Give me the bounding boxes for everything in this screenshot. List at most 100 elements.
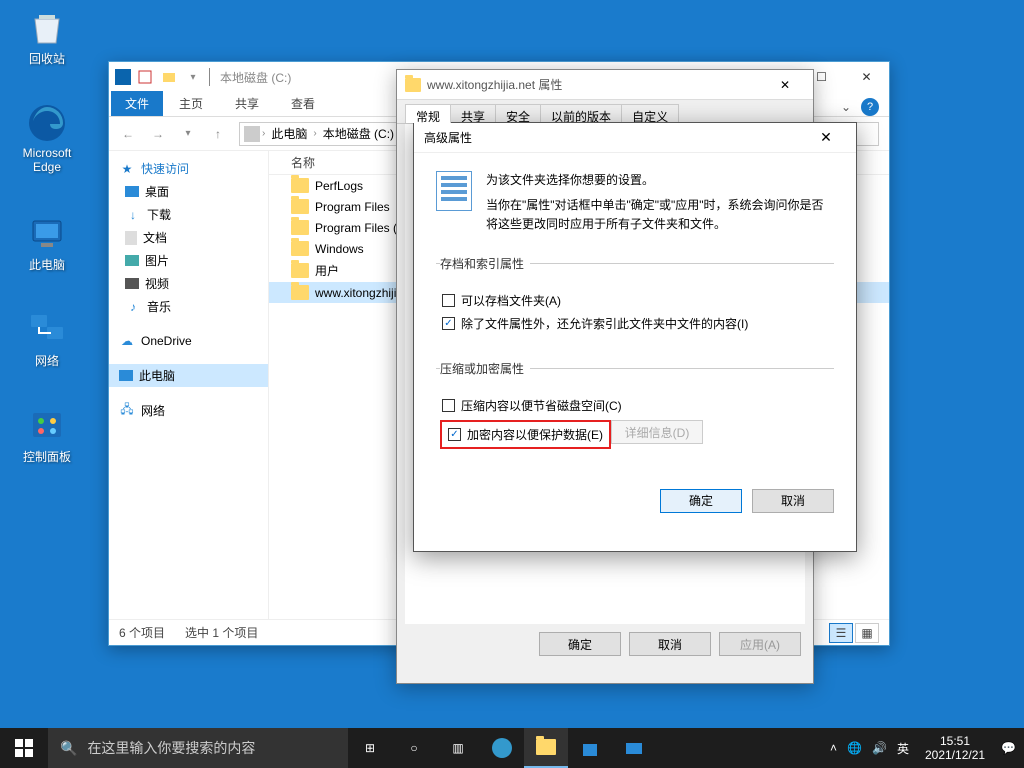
nav-recent-button[interactable]: ▾ <box>175 121 201 147</box>
network-icon <box>26 308 68 350</box>
sidebar-item-pictures[interactable]: 图片 <box>109 249 268 272</box>
store-taskbar-icon[interactable] <box>568 728 612 768</box>
notifications-icon[interactable]: 💬 <box>1001 741 1016 755</box>
task-view-button[interactable]: ⊞ <box>348 728 392 768</box>
edge-taskbar-icon[interactable] <box>480 728 524 768</box>
network-tray-icon[interactable]: 🌐 <box>847 741 862 755</box>
properties-titlebar[interactable]: www.xitongzhijia.net 属性 ✕ <box>397 70 813 100</box>
cortana-icon[interactable]: ○ <box>392 728 436 768</box>
group-legend: 压缩或加密属性 <box>440 360 530 377</box>
tab-home[interactable]: 主页 <box>163 91 219 116</box>
tab-share[interactable]: 共享 <box>450 104 496 123</box>
quick-access-toolbar: ▾ <box>135 67 203 87</box>
qat-newfolder-icon[interactable] <box>159 67 179 87</box>
advanced-titlebar[interactable]: 高级属性 ✕ <box>414 123 856 153</box>
qat-properties-icon[interactable] <box>135 67 155 87</box>
close-button[interactable]: ✕ <box>765 71 805 99</box>
taskbar-clock[interactable]: 15:51 2021/12/21 <box>919 734 991 763</box>
apply-button[interactable]: 应用(A) <box>719 632 801 656</box>
help-icon[interactable]: ? <box>861 98 879 116</box>
checkbox-checked[interactable]: ✓ <box>448 428 461 441</box>
start-button[interactable] <box>0 728 48 768</box>
sidebar: ★快速访问 桌面 ↓下载 文档 图片 视频 ♪音乐 ☁OneDrive 此电脑 … <box>109 151 269 619</box>
close-button[interactable]: ✕ <box>806 124 846 152</box>
search-placeholder: 在这里输入你要搜索的内容 <box>87 738 255 758</box>
archive-checkbox-row[interactable]: 可以存档文件夹(A) <box>440 292 830 309</box>
advanced-title: 高级属性 <box>424 129 472 146</box>
desktop-icon-control-panel[interactable]: 控制面板 <box>10 404 84 465</box>
mail-taskbar-icon[interactable] <box>612 728 656 768</box>
cancel-button[interactable]: 取消 <box>629 632 711 656</box>
checkbox-unchecked[interactable] <box>442 399 455 412</box>
taskbar: 🔍 在这里输入你要搜索的内容 ⊞ ○ ▥ ˄ 🌐 🔊 英 15:51 2021/… <box>0 728 1024 768</box>
taskbar-search[interactable]: 🔍 在这里输入你要搜索的内容 <box>48 728 348 768</box>
sidebar-item-documents[interactable]: 文档 <box>109 226 268 249</box>
sidebar-item-videos[interactable]: 视频 <box>109 272 268 295</box>
properties-tabs: 常规 共享 安全 以前的版本 自定义 <box>397 100 813 124</box>
cancel-button[interactable]: 取消 <box>752 489 834 513</box>
breadcrumb-segment[interactable]: 本地磁盘 (C:) <box>319 125 398 142</box>
documents-icon <box>125 231 137 245</box>
explorer-taskbar-icon[interactable] <box>524 728 568 768</box>
tray-chevron-icon[interactable]: ˄ <box>830 741 837 755</box>
folder-icon <box>291 263 309 278</box>
compress-checkbox-row[interactable]: 压缩内容以便节省磁盘空间(C) <box>440 397 830 414</box>
ok-button[interactable]: 确定 <box>660 489 742 513</box>
breadcrumb-segment[interactable]: 此电脑 <box>267 125 311 142</box>
tab-previous[interactable]: 以前的版本 <box>540 104 622 123</box>
sidebar-this-pc[interactable]: 此电脑 <box>109 364 268 387</box>
star-icon: ★ <box>119 161 135 177</box>
desktop-icon-network[interactable]: 网络 <box>10 308 84 369</box>
folder-icon <box>405 78 421 92</box>
index-checkbox-row[interactable]: ✓ 除了文件属性外，还允许索引此文件夹中文件的内容(I) <box>440 315 830 332</box>
tab-general[interactable]: 常规 <box>405 104 451 123</box>
sidebar-item-music[interactable]: ♪音乐 <box>109 295 268 318</box>
checkbox-unchecked[interactable] <box>442 294 455 307</box>
folder-icon <box>291 178 309 193</box>
tab-file[interactable]: 文件 <box>111 91 163 116</box>
pc-icon <box>119 370 133 381</box>
tab-custom[interactable]: 自定义 <box>621 104 679 123</box>
advanced-attributes-dialog: 高级属性 ✕ 为该文件夹选择你想要的设置。 当你在"属性"对话框中单击"确定"或… <box>413 122 857 552</box>
qat-dropdown-icon[interactable]: ▾ <box>183 67 203 87</box>
sidebar-network[interactable]: 🖧网络 <box>109 399 268 422</box>
this-pc-icon <box>26 212 68 254</box>
close-button[interactable]: ✕ <box>844 63 889 92</box>
checkbox-checked[interactable]: ✓ <box>442 317 455 330</box>
view-details-button[interactable]: ☰ <box>829 623 853 643</box>
tab-view[interactable]: 查看 <box>275 91 331 116</box>
sidebar-item-desktop[interactable]: 桌面 <box>109 180 268 203</box>
sidebar-item-downloads[interactable]: ↓下载 <box>109 203 268 226</box>
properties-title: www.xitongzhijia.net 属性 <box>427 76 562 93</box>
tab-share[interactable]: 共享 <box>219 91 275 116</box>
drive-icon <box>115 69 131 85</box>
nav-forward-button[interactable]: → <box>145 121 171 147</box>
ok-button[interactable]: 确定 <box>539 632 621 656</box>
edge-icon <box>26 102 68 144</box>
ime-indicator[interactable]: 英 <box>897 740 909 757</box>
network-icon: 🖧 <box>119 403 135 419</box>
volume-tray-icon[interactable]: 🔊 <box>872 741 887 755</box>
folder-icon <box>291 199 309 214</box>
downloads-icon: ↓ <box>125 207 141 223</box>
nav-back-button[interactable]: ← <box>115 121 141 147</box>
sidebar-quick-access[interactable]: ★快速访问 <box>109 157 268 180</box>
pictures-icon <box>125 255 139 266</box>
nav-up-button[interactable]: ↑ <box>205 121 231 147</box>
desktop-icon-edge[interactable]: Microsoft Edge <box>10 102 84 174</box>
group-legend: 存档和索引属性 <box>440 255 530 272</box>
cloud-icon: ☁ <box>119 333 135 349</box>
desktop-icon-recycle-bin[interactable]: 回收站 <box>10 6 84 67</box>
sidebar-onedrive[interactable]: ☁OneDrive <box>109 330 268 352</box>
ribbon-expand-icon[interactable]: ⌄ <box>841 100 851 114</box>
desktop-icon <box>125 186 139 197</box>
archive-index-group: 存档和索引属性 可以存档文件夹(A) ✓ 除了文件属性外，还允许索引此文件夹中文… <box>436 255 834 346</box>
folder-icon <box>291 241 309 256</box>
tab-security[interactable]: 安全 <box>495 104 541 123</box>
encrypt-checkbox-row[interactable]: ✓ 加密内容以便保护数据(E) <box>440 420 611 449</box>
control-panel-icon <box>26 404 68 446</box>
taskbar-app[interactable]: ▥ <box>436 728 480 768</box>
attributes-icon <box>436 171 472 211</box>
view-icons-button[interactable]: ▦ <box>855 623 879 643</box>
desktop-icon-this-pc[interactable]: 此电脑 <box>10 212 84 273</box>
